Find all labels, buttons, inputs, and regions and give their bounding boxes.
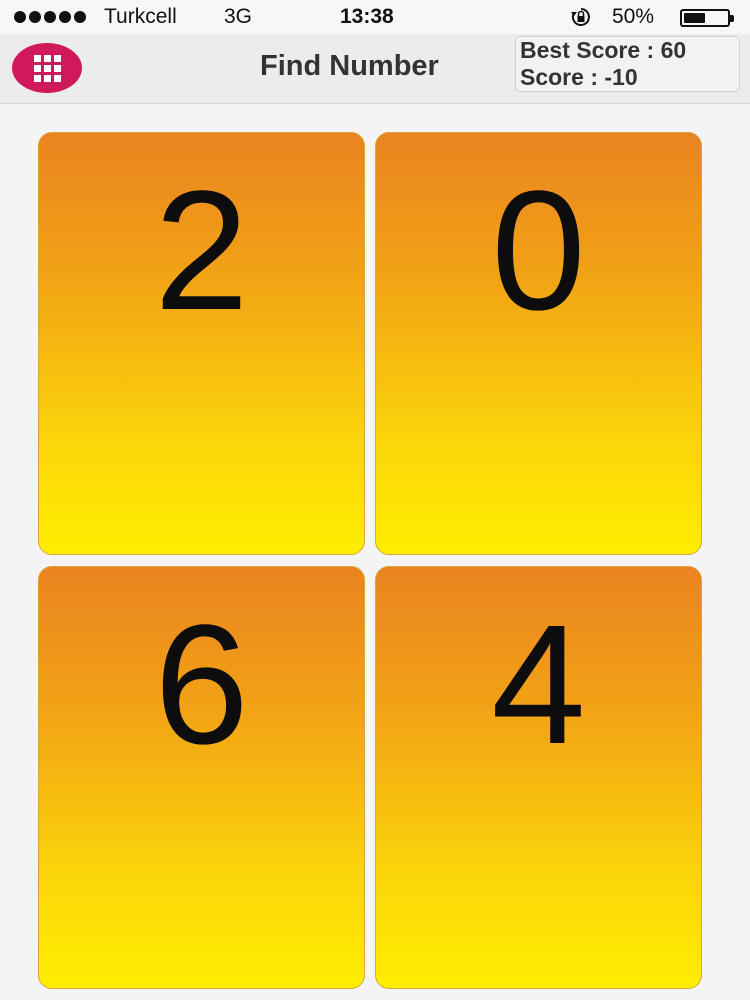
current-score: Score : -10 xyxy=(520,64,638,90)
signal-strength-icon xyxy=(14,11,86,23)
page-title: Find Number xyxy=(260,50,439,82)
card-number: 6 xyxy=(154,590,249,780)
battery-percentage: 50% xyxy=(612,5,655,28)
rotation-lock-icon xyxy=(571,8,590,26)
card-number: 2 xyxy=(154,156,249,346)
number-card-2[interactable]: 0 xyxy=(375,132,702,555)
best-score: Best Score : 60 xyxy=(520,37,687,63)
network-type: 3G xyxy=(224,5,253,28)
card-number: 4 xyxy=(491,590,586,780)
menu-button[interactable] xyxy=(12,43,82,93)
grid-icon xyxy=(33,54,61,82)
number-card-4[interactable]: 4 xyxy=(375,566,702,989)
status-bar: Turkcell 3G 13:38 50% xyxy=(0,0,750,34)
battery-icon xyxy=(680,9,734,27)
status-time: 13:38 xyxy=(340,5,394,28)
card-number: 0 xyxy=(491,156,586,346)
score-panel: Best Score : 60 Score : -10 xyxy=(515,36,740,92)
number-card-1[interactable]: 2 xyxy=(38,132,365,555)
nav-bar: Find Number Best Score : 60 Score : -10 xyxy=(0,34,750,104)
number-card-3[interactable]: 6 xyxy=(38,566,365,989)
carrier-name: Turkcell xyxy=(104,5,177,28)
